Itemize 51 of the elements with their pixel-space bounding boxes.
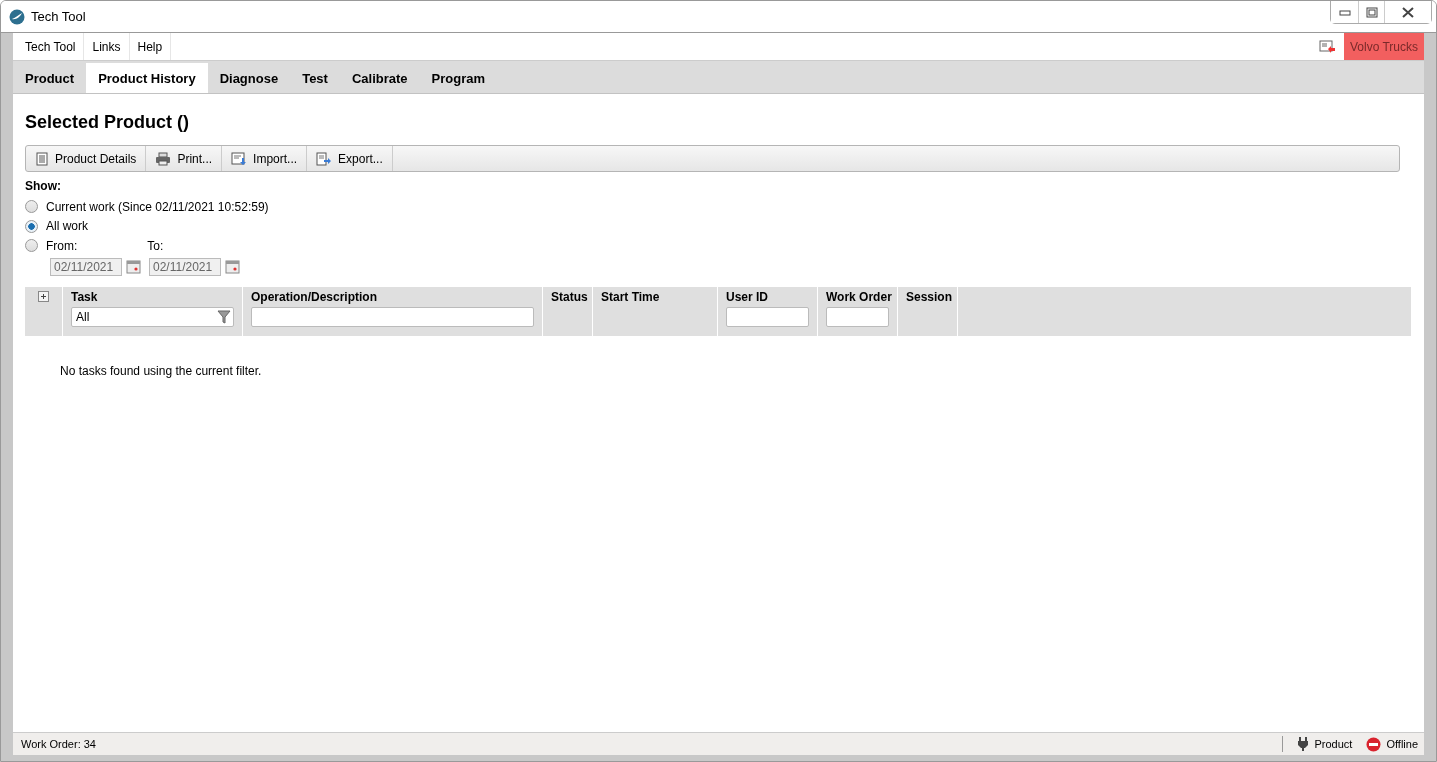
minimize-button[interactable] [1331, 1, 1359, 23]
radio-button[interactable] [25, 200, 38, 214]
plug-icon [1297, 737, 1310, 751]
column-header[interactable]: Task [71, 289, 234, 304]
radio-button[interactable] [25, 219, 38, 233]
column-header[interactable]: User ID [726, 289, 809, 304]
calendar-icon[interactable] [225, 259, 240, 274]
filter-field[interactable] [826, 306, 889, 327]
tab[interactable]: Product [13, 63, 87, 93]
work-order-label: Work Order: 34 [21, 738, 96, 750]
import-icon [231, 151, 248, 166]
page-heading: Selected Product () [25, 112, 191, 133]
close-icon [1402, 6, 1414, 18]
offline-icon [1366, 736, 1382, 752]
filter-icon[interactable] [217, 309, 231, 324]
window-title: Tech Tool [31, 9, 86, 24]
connection-status: Offline [1386, 738, 1418, 750]
to-date-field[interactable]: 02/11/2021 [149, 257, 221, 276]
task-filter-field[interactable]: All [71, 306, 234, 327]
app-logo-icon [9, 8, 25, 25]
document-icon [35, 151, 49, 166]
toolbar-button[interactable]: Product Details [26, 146, 147, 171]
tab[interactable]: Test [290, 63, 340, 93]
calendar-icon[interactable] [126, 259, 141, 274]
tab[interactable]: Product History [86, 63, 208, 93]
tab[interactable]: Program [419, 63, 498, 93]
show-label: Show: [25, 179, 62, 193]
from-date-field[interactable]: 02/11/2021 [50, 257, 122, 276]
expand-icon[interactable] [38, 290, 49, 302]
restore-icon [1365, 6, 1378, 18]
filter-field[interactable] [726, 306, 809, 327]
tab[interactable]: Diagnose [207, 63, 291, 93]
export-icon [316, 151, 333, 166]
radio-label: All work [46, 219, 88, 234]
tab[interactable]: Calibrate [339, 63, 420, 93]
product-status: Product [1314, 738, 1353, 750]
radio-label: From: [46, 238, 78, 253]
toolbar-button[interactable]: Print... [146, 146, 223, 171]
radio-label: Current work (Since 02/11/2021 10:52:59) [46, 199, 269, 214]
radio-button[interactable] [25, 239, 38, 253]
toolbar-button[interactable]: Export... [307, 146, 393, 171]
brand-label: Volvo Trucks [1343, 33, 1424, 60]
toolbar-button[interactable]: Import... [222, 146, 308, 171]
empty-message: No tasks found using the current filter. [60, 363, 263, 378]
message-icon[interactable] [1318, 39, 1336, 54]
to-label: To: [147, 238, 164, 253]
column-header[interactable]: Operation/Description [251, 289, 534, 304]
column-header[interactable]: Start Time [601, 289, 709, 304]
minimize-icon [1338, 8, 1351, 16]
filter-field[interactable] [251, 306, 534, 327]
printer-icon [155, 151, 172, 166]
